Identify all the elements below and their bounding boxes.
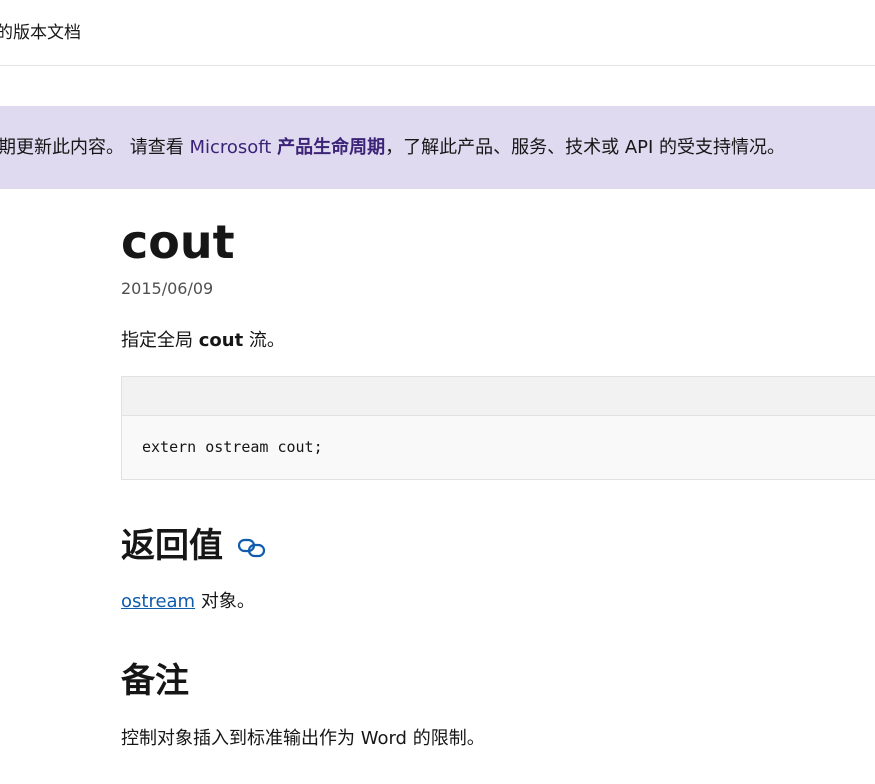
code-block-header xyxy=(122,377,875,416)
banner-text-suffix: ，了解此产品、服务、技术或 API 的受支持情况。 xyxy=(385,137,786,158)
link-icon[interactable] xyxy=(237,534,267,562)
version-docs-link[interactable]: 的版本文档 xyxy=(0,22,81,44)
desc-prefix: 指定全局 xyxy=(121,330,199,351)
heading-return-value: 返回值 xyxy=(121,526,223,566)
page-title: cout xyxy=(121,215,235,269)
article-date: 2015/06/09 xyxy=(121,279,214,298)
return-value-text: ostream 对象。 xyxy=(121,590,255,614)
code-text[interactable]: extern ostream cout; xyxy=(142,437,323,457)
banner-message: 期更新此内容。 请查看 Microsoft 产品生命周期，了解此产品、服务、技术… xyxy=(0,136,785,160)
product-lifecycle-link[interactable]: Microsoft 产品生命周期 xyxy=(189,137,385,158)
lifecycle-banner: 期更新此内容。 请查看 Microsoft 产品生命周期，了解此产品、服务、技术… xyxy=(0,106,875,189)
article-description: 指定全局 cout 流。 xyxy=(121,329,285,353)
ostream-link[interactable]: ostream xyxy=(121,591,195,612)
top-bar: 的版本文档 xyxy=(0,0,875,66)
banner-text-prefix: 期更新此内容。 请查看 xyxy=(0,137,190,158)
return-value-suffix: 对象。 xyxy=(195,591,255,612)
desc-suffix: 流。 xyxy=(243,330,285,351)
banner-link-brand: Microsoft xyxy=(189,137,272,158)
remarks-text: 控制对象插入到标准输出作为 Word 的限制。 xyxy=(121,728,485,749)
heading-remarks: 备注 xyxy=(121,661,189,701)
code-block: extern ostream cout; xyxy=(121,376,875,480)
desc-strong: cout xyxy=(198,330,244,351)
banner-link-strong: 产品生命周期 xyxy=(277,137,386,158)
